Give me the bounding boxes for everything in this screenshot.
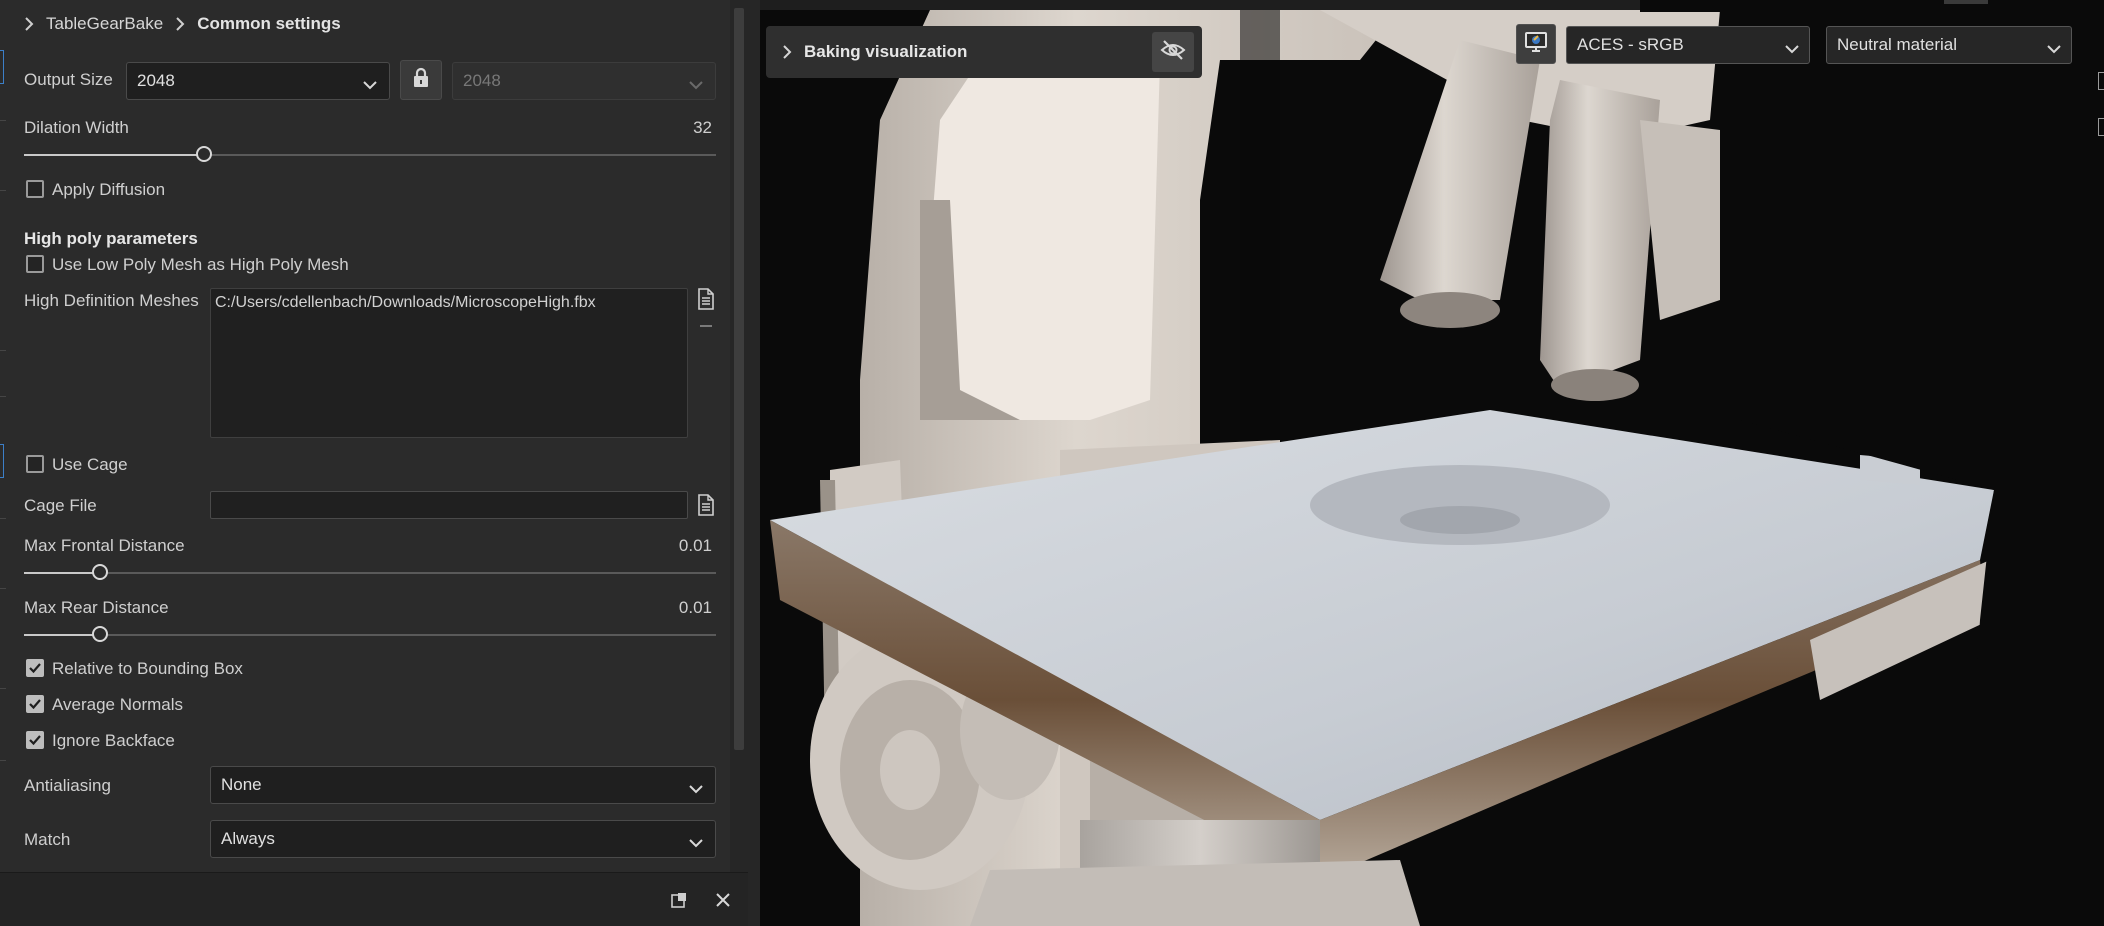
display-settings-button[interactable]: [1516, 24, 1556, 64]
slider-knob[interactable]: [196, 146, 212, 162]
antialiasing-value: None: [221, 775, 262, 794]
settings-panel: TableGearBake Common settings Output Siz…: [0, 0, 748, 926]
baking-visualization-panel[interactable]: Baking visualization: [766, 26, 1202, 78]
chevron-down-icon: [363, 75, 377, 95]
file-icon[interactable]: [697, 288, 715, 310]
substance-painter-bake-window: TableGearBake Common settings Output Siz…: [0, 0, 2104, 926]
max-rear-distance-value[interactable]: 0.01: [679, 598, 712, 618]
output-size-linked-value: 2048: [463, 71, 501, 90]
max-rear-distance-label: Max Rear Distance: [24, 598, 169, 617]
microscope-render: [760, 0, 2104, 926]
slider-fill: [24, 154, 204, 156]
use-cage-checkbox[interactable]: [26, 455, 44, 473]
average-normals-label: Average Normals: [52, 695, 184, 714]
breadcrumb: TableGearBake Common settings: [22, 14, 341, 34]
close-icon[interactable]: [714, 891, 732, 909]
output-size-label: Output Size: [24, 70, 113, 89]
ignore-backface-checkbox[interactable]: [26, 731, 44, 749]
high-definition-meshes-label: High Definition Meshes: [24, 291, 199, 310]
apply-diffusion-label: Apply Diffusion: [52, 180, 166, 199]
lock-icon: [412, 67, 430, 94]
high-definition-mesh-item[interactable]: C:/Users/cdellenbach/Downloads/Microscop…: [215, 294, 683, 312]
chevron-down-icon: [689, 75, 703, 95]
scrollbar-thumb[interactable]: [734, 8, 744, 750]
chevron-right-icon: [173, 17, 187, 31]
average-normals-checkbox[interactable]: [26, 695, 44, 713]
slider-fill: [24, 634, 100, 636]
settings-scroll-area: TableGearBake Common settings Output Siz…: [0, 0, 730, 872]
panel-bottom-bar: [0, 872, 748, 926]
panel-scrollbar[interactable]: [730, 0, 748, 872]
chevron-right-icon[interactable]: [780, 45, 794, 59]
use-low-poly-checkbox[interactable]: [26, 255, 44, 273]
high-poly-section-title: High poly parameters: [24, 229, 198, 248]
color-profile-value: ACES - sRGB: [1577, 35, 1684, 54]
material-value: Neutral material: [1837, 35, 1957, 54]
toggle-visualization-button[interactable]: [1152, 32, 1194, 72]
baking-visualization-title: Baking visualization: [804, 42, 968, 61]
eye-off-icon: [1160, 39, 1186, 66]
remove-mesh-icon[interactable]: [700, 325, 712, 327]
max-frontal-distance-label: Max Frontal Distance: [24, 536, 185, 555]
use-low-poly-label: Use Low Poly Mesh as High Poly Mesh: [52, 255, 349, 274]
monitor-icon: [1524, 31, 1548, 58]
relative-bbox-checkbox[interactable]: [26, 659, 44, 677]
color-profile-select[interactable]: ACES - sRGB: [1566, 26, 1810, 64]
file-icon[interactable]: [697, 494, 715, 516]
match-select[interactable]: Always: [210, 820, 716, 858]
output-size-select[interactable]: 2048: [126, 62, 390, 100]
chevron-down-icon: [2047, 39, 2061, 59]
max-frontal-distance-value[interactable]: 0.01: [679, 536, 712, 556]
chevron-down-icon: [689, 779, 703, 799]
right-edge-icons: [2096, 60, 2104, 160]
3d-viewport[interactable]: Baking visualization ACES - sRGB Neutral…: [760, 0, 2104, 926]
maximize-icon[interactable]: [670, 891, 688, 909]
apply-diffusion-checkbox[interactable]: [26, 180, 44, 198]
chevron-down-icon: [689, 833, 703, 853]
slider-knob[interactable]: [92, 564, 108, 580]
antialiasing-label: Antialiasing: [24, 776, 111, 795]
dilation-width-value[interactable]: 32: [693, 118, 712, 138]
lock-button[interactable]: [400, 60, 442, 100]
material-select[interactable]: Neutral material: [1826, 26, 2072, 64]
chevron-down-icon: [1785, 39, 1799, 59]
breadcrumb-parent[interactable]: TableGearBake: [46, 14, 163, 34]
cage-file-label: Cage File: [24, 496, 97, 515]
use-cage-label: Use Cage: [52, 455, 128, 474]
chevron-right-icon[interactable]: [22, 17, 36, 31]
output-size-value: 2048: [137, 71, 175, 90]
ignore-backface-label: Ignore Backface: [52, 731, 175, 750]
edge-icon[interactable]: [2098, 118, 2104, 136]
relative-bbox-label: Relative to Bounding Box: [52, 659, 243, 678]
panel-divider[interactable]: [748, 0, 760, 926]
slider-fill: [24, 572, 100, 574]
antialiasing-select[interactable]: None: [210, 766, 716, 804]
cage-file-input[interactable]: [210, 491, 688, 519]
match-label: Match: [24, 830, 71, 849]
edge-icon[interactable]: [2098, 72, 2104, 90]
dilation-width-label: Dilation Width: [24, 118, 129, 137]
high-definition-meshes-list[interactable]: C:/Users/cdellenbach/Downloads/Microscop…: [210, 288, 688, 438]
slider-track: [24, 634, 716, 636]
slider-track: [24, 572, 716, 574]
breadcrumb-current: Common settings: [197, 14, 341, 33]
match-value: Always: [221, 829, 275, 848]
slider-knob[interactable]: [92, 626, 108, 642]
output-size-linked-select: 2048: [452, 62, 716, 100]
